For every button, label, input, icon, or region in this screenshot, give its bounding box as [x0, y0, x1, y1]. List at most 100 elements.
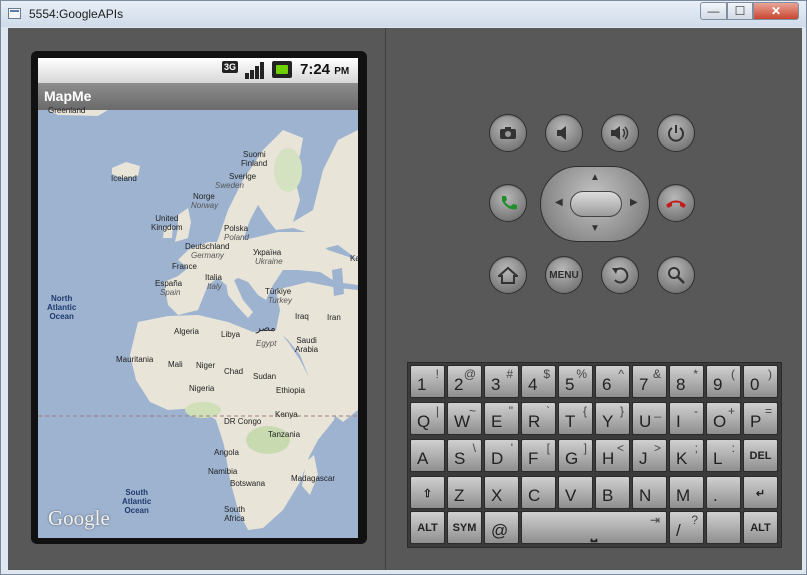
key-main-label: 0 [750, 375, 760, 394]
dpad[interactable]: ▲ ▼ ◀ ▶ [540, 166, 650, 242]
device-screen[interactable]: 3G 7:24 PM MapMe Greenland Iceland Suomi… [38, 58, 358, 538]
keyboard-key[interactable]: 0) [743, 365, 778, 398]
key-main-label: A [417, 449, 429, 468]
keyboard-key[interactable]: D ' [484, 439, 519, 472]
keyboard-key[interactable]: DEL [743, 439, 778, 472]
key-main-label: E [491, 412, 503, 431]
back-button[interactable] [601, 256, 639, 294]
key-alt-right[interactable]: ALT [743, 511, 778, 544]
map-label-spain-text: Spain [160, 288, 181, 297]
key-alt-left[interactable]: ALT [410, 511, 445, 544]
keyboard-key[interactable]: 2 @ [447, 365, 482, 398]
maximize-button[interactable]: ☐ [727, 2, 753, 20]
close-button[interactable]: ✕ [753, 2, 799, 20]
keyboard-key[interactable]: 8 * [669, 365, 704, 398]
key-alt-label: [ [546, 441, 550, 455]
map-label-espana: España [155, 279, 183, 288]
end-call-button[interactable] [657, 184, 695, 222]
keyboard-key[interactable]: E " [484, 402, 519, 435]
keyboard-key[interactable]: X [484, 476, 519, 509]
keyboard-key[interactable]: H < [595, 439, 630, 472]
map-label-italy-text: Italy [207, 282, 222, 291]
keyboard-key[interactable]: S \ [447, 439, 482, 472]
google-logo: Google [48, 506, 110, 530]
keyboard-key[interactable]: L: [706, 439, 741, 472]
keyboard-key[interactable]: T{ [558, 402, 593, 435]
keyboard-key[interactable]: 3 # [484, 365, 519, 398]
minimize-button[interactable]: — [700, 2, 727, 20]
camera-icon [500, 127, 516, 139]
keyboard-key[interactable]: ↵ [743, 476, 778, 509]
keyboard-key[interactable]: O + [706, 402, 741, 435]
keyboard-key[interactable]: 6 ^ [595, 365, 630, 398]
map-label-algeria: Algeria [174, 327, 199, 336]
key-alt-label: ; [694, 441, 698, 455]
dpad-up-icon[interactable]: ▲ [590, 172, 600, 183]
key-main-label: 9 [713, 375, 723, 394]
keyboard-key[interactable]: . [706, 476, 741, 509]
keyboard-key[interactable]: 4 $ [521, 365, 556, 398]
key-main-label: . [713, 486, 718, 505]
space-icon: ⎵ [590, 525, 598, 542]
keyboard-key[interactable]: 7 & [632, 365, 667, 398]
map-label-united-kingdom: United Kingdom [151, 214, 183, 232]
call-icon [502, 196, 517, 210]
home-button[interactable] [489, 256, 527, 294]
keyboard-key[interactable]: Y} [595, 402, 630, 435]
keyboard-key[interactable]: F[ [521, 439, 556, 472]
map-view[interactable]: Greenland Iceland Suomi Finland Sverige … [38, 106, 358, 538]
keyboard-key[interactable]: A [410, 439, 445, 472]
panel-divider [385, 28, 386, 570]
camera-button[interactable] [489, 114, 527, 152]
app-title: MapMe [44, 88, 92, 104]
dpad-center-button[interactable] [570, 191, 622, 217]
keyboard-key[interactable]: R ` [521, 402, 556, 435]
key-main-label: 2 [454, 375, 464, 394]
keyboard-key[interactable]: 9( [706, 365, 741, 398]
keyboard-key[interactable]: 5% [558, 365, 593, 398]
menu-button[interactable]: MENU [545, 256, 583, 294]
map-label-finland: Finland [241, 159, 268, 168]
key-at[interactable]: @ [484, 511, 519, 544]
key-slash[interactable]: /? [669, 511, 704, 544]
keyboard-key[interactable]: B [595, 476, 630, 509]
keyboard-key[interactable]: W ~ [447, 402, 482, 435]
key-main-label: 4 [528, 375, 538, 394]
key-main-label: R [528, 412, 541, 431]
keyboard-key[interactable]: 1! [410, 365, 445, 398]
key-sym[interactable]: SYM [447, 511, 482, 544]
key-main-label: 8 [676, 375, 686, 394]
map-label-sudan: Sudan [253, 372, 277, 381]
keyboard-key[interactable]: I- [669, 402, 704, 435]
map-label-norway-text: Norway [191, 201, 219, 210]
dpad-left-icon[interactable]: ◀ [555, 197, 563, 208]
key-blank[interactable] [706, 511, 741, 544]
map-label-north-atlantic: North Atlantic Ocean [47, 294, 77, 321]
keyboard-key[interactable]: V [558, 476, 593, 509]
dpad-right-icon[interactable]: ▶ [630, 197, 638, 208]
key-alt-label: } [619, 404, 624, 418]
key-alt-label: * [693, 367, 698, 381]
keyboard-key[interactable]: P = [743, 402, 778, 435]
keyboard-key[interactable]: U _ [632, 402, 667, 435]
key-space[interactable]: ⇥ ⎵ [521, 511, 667, 544]
power-button[interactable] [657, 114, 695, 152]
volume-up-button[interactable] [601, 114, 639, 152]
keyboard-key[interactable]: M [669, 476, 704, 509]
keyboard-key[interactable]: G] [558, 439, 593, 472]
map-label-deutschland: Deutschland [185, 242, 230, 251]
map-label-spain: Spain [160, 288, 180, 297]
search-button[interactable] [657, 256, 695, 294]
keyboard-key[interactable]: K; [669, 439, 704, 472]
title-bar[interactable]: 5554:GoogleAPIs — ☐ ✕ [1, 1, 806, 27]
keyboard-key[interactable]: C [521, 476, 556, 509]
keyboard-key[interactable]: J > [632, 439, 667, 472]
volume-down-button[interactable] [545, 114, 583, 152]
keyboard-key[interactable]: Z [447, 476, 482, 509]
keyboard-key[interactable]: Q | [410, 402, 445, 435]
call-button[interactable] [489, 184, 527, 222]
key-main-label: H [602, 449, 615, 468]
dpad-down-icon[interactable]: ▼ [590, 223, 600, 234]
keyboard-key[interactable]: ⇧ [410, 476, 445, 509]
keyboard-key[interactable]: N [632, 476, 667, 509]
